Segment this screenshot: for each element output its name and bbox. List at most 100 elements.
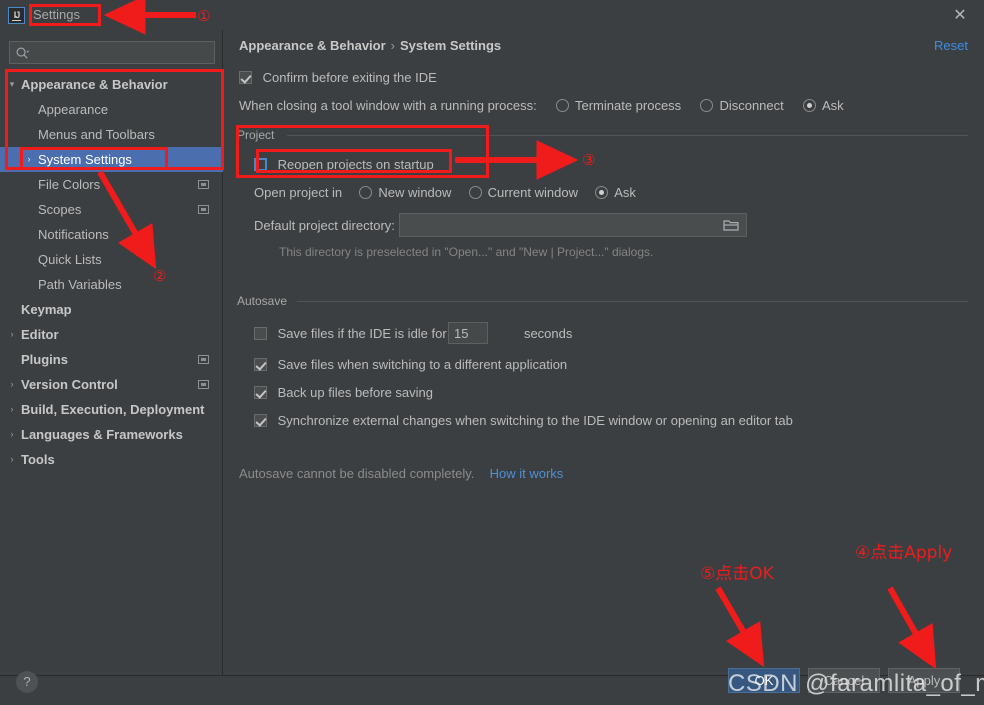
radio-disconnect[interactable] [700,99,714,112]
default-dir-label-row: Default project directory: [254,218,395,233]
autosave-switch-app-label: Save files when switching to a different… [277,357,568,372]
radio-ask-openproject-label: Ask [614,185,636,200]
radio-terminate-process-label: Terminate process [574,98,682,113]
chevron-right-icon[interactable]: › [5,422,19,447]
reset-link[interactable]: Reset [934,38,968,53]
autosave-sync-row[interactable]: Synchronize external changes when switch… [254,413,793,428]
radio-ask-toolwindow[interactable] [803,99,816,112]
sidebar-item-label: Appearance [38,102,109,117]
autosave-idle-seconds-input[interactable] [448,322,488,344]
chevron-right-icon[interactable]: › [5,322,19,347]
ok-button[interactable]: OK [728,668,800,693]
confirm-exit-row[interactable]: Confirm before exiting the IDE [239,70,437,85]
default-dir-hint: This directory is preselected in "Open..… [279,245,654,259]
sidebar-item-path-variables[interactable]: Path Variables [0,272,223,297]
sidebar-item-file-colors[interactable]: File Colors [0,172,223,197]
scope-indicator-icon [198,380,209,389]
sidebar-item-editor[interactable]: › Editor [0,322,223,347]
open-in-option-ask[interactable]: Ask [595,185,636,200]
sidebar-item-label: Quick Lists [38,252,102,267]
chevron-right-icon[interactable]: › [5,372,19,397]
intellij-logo-icon: IJ [8,7,25,24]
scope-indicator-icon [198,180,209,189]
sidebar-item-label: Notifications [38,227,109,242]
tool-window-close-row: When closing a tool window with a runnin… [239,98,844,113]
tool-window-option-disconnect[interactable]: Disconnect [700,98,784,113]
sidebar-item-build-execution-deployment[interactable]: › Build, Execution, Deployment [0,397,223,422]
sidebar-item-label: Scopes [38,202,82,217]
autosave-backup-checkbox[interactable] [254,386,267,399]
default-project-directory-label: Default project directory: [254,218,395,233]
chevron-right-icon[interactable]: › [5,447,19,472]
confirm-exit-label: Confirm before exiting the IDE [262,70,437,85]
autosave-switch-app-checkbox[interactable] [254,358,267,371]
title-bar: IJ Settings ✕ [0,0,984,30]
radio-current-window[interactable] [468,186,482,199]
tool-window-option-ask[interactable]: Ask [803,98,844,113]
search-icon [16,47,30,59]
open-in-option-new-window[interactable]: New window [359,185,451,200]
autosave-backup-row[interactable]: Back up files before saving [254,385,433,400]
autosave-sync-checkbox[interactable] [254,414,267,427]
search-input[interactable] [34,43,210,62]
radio-ask-toolwindow-label: Ask [822,98,844,113]
autosave-footnote: Autosave cannot be disabled completely. [239,466,475,481]
tool-window-close-label: When closing a tool window with a runnin… [239,98,537,113]
sidebar-item-label: Appearance & Behavior [21,77,168,92]
autosave-group-title: Autosave [237,294,294,308]
tool-window-option-terminate[interactable]: Terminate process [555,98,682,113]
reopen-projects-label: Reopen projects on startup [277,157,434,172]
sidebar-item-scopes[interactable]: Scopes [0,197,223,222]
chevron-down-icon[interactable]: ▾ [5,72,19,97]
sidebar-item-tools[interactable]: › Tools [0,447,223,472]
sidebar-item-label: System Settings [38,152,132,167]
autosave-backup-label: Back up files before saving [277,385,433,400]
settings-tree: ▾ Appearance & Behavior Appearance Menus an… [0,72,223,472]
radio-ask-openproject[interactable] [595,186,609,199]
open-project-in-row: Open project in New window Current windo… [254,185,636,200]
autosave-idle-row[interactable]: Save files if the IDE is idle for second… [254,326,572,341]
close-icon[interactable]: ✕ [950,6,970,26]
sidebar-item-keymap[interactable]: Keymap [0,297,223,322]
autosave-switch-app-row[interactable]: Save files when switching to a different… [254,357,567,372]
sidebar-item-label: Path Variables [38,277,122,292]
sidebar-item-plugins[interactable]: Plugins [0,347,223,372]
sidebar-item-label: Keymap [21,302,72,317]
settings-sidebar: ▾ Appearance & Behavior Appearance Menus an… [0,30,223,675]
open-in-option-current-window[interactable]: Current window [468,185,578,200]
sidebar-item-label: Build, Execution, Deployment [21,402,205,417]
chevron-right-icon[interactable]: › [5,397,19,422]
sidebar-item-version-control[interactable]: › Version Control [0,372,223,397]
radio-terminate-process[interactable] [555,99,569,112]
sidebar-item-label: Languages & Frameworks [21,427,183,442]
reopen-projects-row[interactable]: Reopen projects on startup [254,157,434,172]
sidebar-item-appearance[interactable]: Appearance [0,97,223,122]
sidebar-item-appearance-behavior[interactable]: ▾ Appearance & Behavior [0,72,223,97]
help-icon[interactable]: ? [16,671,38,693]
sidebar-item-system-settings[interactable]: › System Settings [0,147,223,172]
project-group-divider [287,135,968,136]
breadcrumb-current: System Settings [400,38,502,53]
sidebar-item-menus-and-toolbars[interactable]: Menus and Toolbars [0,122,223,147]
sidebar-item-quick-lists[interactable]: Quick Lists [0,247,223,272]
radio-new-window-label: New window [378,185,452,200]
cancel-button[interactable]: Cancel [808,668,880,693]
apply-button[interactable]: Apply [888,668,960,693]
autosave-idle-checkbox[interactable] [254,327,267,340]
sidebar-item-label: Version Control [21,377,118,392]
radio-new-window[interactable] [359,186,373,199]
search-box[interactable] [9,41,215,64]
folder-icon[interactable] [723,218,739,232]
confirm-exit-checkbox[interactable] [239,71,252,84]
sidebar-item-languages-frameworks[interactable]: › Languages & Frameworks [0,422,223,447]
settings-dialog: IJ Settings ✕ ▾ Appearance & Behavior Appe… [0,0,984,705]
sidebar-item-notifications[interactable]: Notifications [0,222,223,247]
radio-current-window-label: Current window [487,185,578,200]
sidebar-item-label: Tools [21,452,55,467]
sidebar-item-label: Plugins [21,352,68,367]
default-project-directory-input[interactable] [399,213,747,237]
how-it-works-link[interactable]: How it works [490,466,564,481]
chevron-right-icon[interactable]: › [22,147,36,172]
window-title: Settings [33,7,80,22]
reopen-projects-checkbox[interactable] [254,158,267,171]
